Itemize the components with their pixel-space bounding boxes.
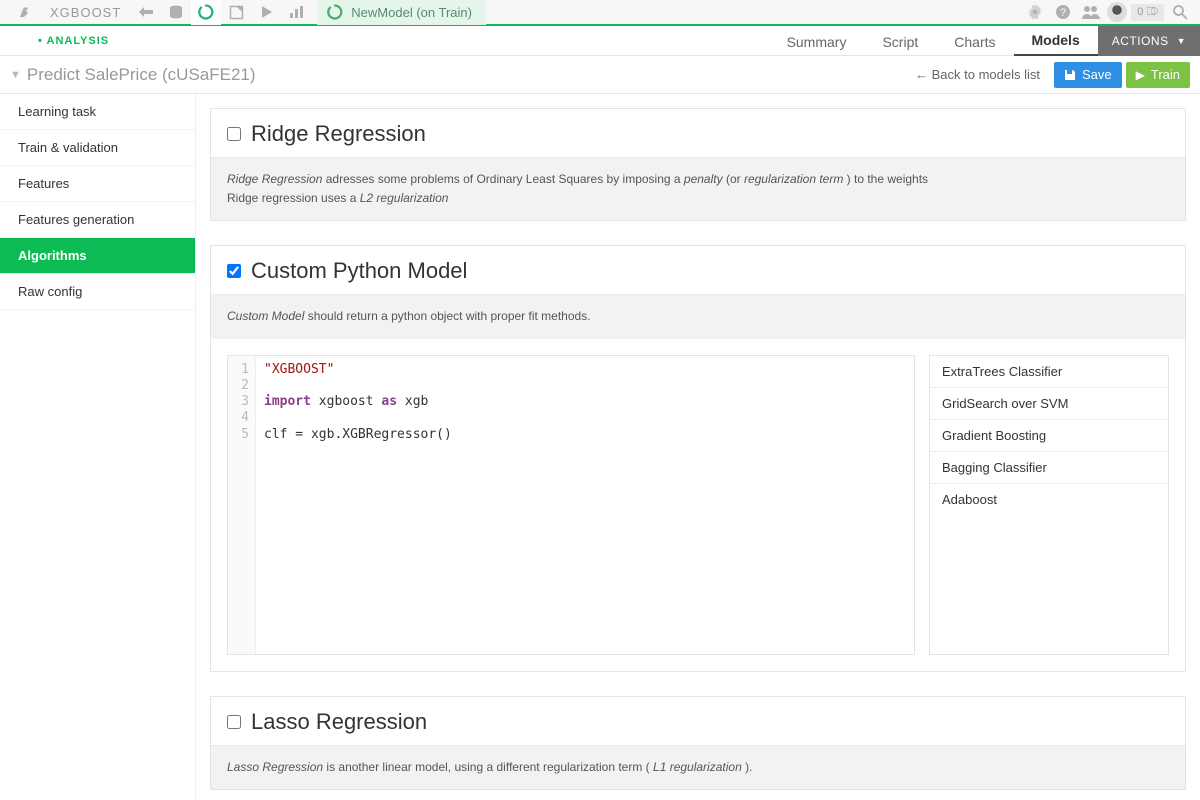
caret-down-icon: ▼ [1177,36,1186,46]
second-bar: ANALYSIS SummaryScriptChartsModels ACTIO… [0,26,1200,56]
custom-checkbox[interactable] [227,264,241,278]
train-button[interactable]: ▶ Train [1126,62,1190,88]
top-right-icons: ? 0 ⎄ [1023,0,1200,25]
tab-models[interactable]: Models [1014,32,1098,56]
page-title[interactable]: ▼ Predict SalePrice (cUSaFE21) [10,65,256,85]
preset-list: ExtraTrees ClassifierGridSearch over SVM… [929,355,1169,655]
recipe-chip[interactable]: NewModel (on Train) [317,0,486,25]
preset-extratrees-classifier[interactable]: ExtraTrees Classifier [930,356,1168,388]
code-content[interactable]: "XGBOOST" import xgboost as xgb clf = xg… [256,356,914,654]
custom-desc: Custom Model should return a python obje… [211,294,1185,338]
preset-bagging-classifier[interactable]: Bagging Classifier [930,452,1168,484]
analyses-icon[interactable] [191,0,221,25]
tab-script[interactable]: Script [864,34,936,56]
play-icon: ▶ [1136,68,1145,82]
sidebar: Learning taskTrain & validationFeaturesF… [0,94,196,800]
lasso-title: Lasso Regression [251,709,427,735]
sidebar-item-features[interactable]: Features [0,166,195,202]
algo-card-lasso: Lasso Regression Lasso Regression is ano… [210,696,1186,790]
ridge-title: Ridge Regression [251,121,426,147]
preset-gridsearch-over-svm[interactable]: GridSearch over SVM [930,388,1168,420]
sidebar-item-train-validation[interactable]: Train & validation [0,130,195,166]
actions-button[interactable]: ACTIONS ▼ [1098,26,1200,56]
avatar[interactable] [1107,2,1127,22]
train-label: Train [1151,67,1180,82]
tab-charts[interactable]: Charts [936,34,1013,56]
search-icon[interactable] [1168,0,1192,25]
arrow-left-icon: ← [915,67,928,82]
jobs-icon[interactable] [251,0,281,25]
page-title-text: Predict SalePrice (cUSaFE21) [27,65,256,85]
tabs: SummaryScriptChartsModels [769,26,1098,56]
notifications-badge[interactable]: 0 ⎄ [1131,4,1164,21]
notebooks-icon[interactable] [221,0,251,25]
algo-card-ridge: Ridge Regression Ridge Regression adress… [210,108,1186,221]
tab-summary[interactable]: Summary [769,34,865,56]
save-icon [1064,69,1076,81]
actions-label: ACTIONS [1112,34,1169,48]
algo-card-custom: Custom Python Model Custom Model should … [210,245,1186,671]
bird-logo-icon[interactable] [10,0,40,25]
svg-text:?: ? [1060,7,1066,19]
flow-icon[interactable] [131,0,161,25]
gear-icon[interactable] [1023,0,1047,25]
sidebar-item-learning-task[interactable]: Learning task [0,94,195,130]
datasets-icon[interactable] [161,0,191,25]
preset-gradient-boosting[interactable]: Gradient Boosting [930,420,1168,452]
save-label: Save [1082,67,1112,82]
lasso-checkbox[interactable] [227,715,241,729]
ridge-desc: Ridge Regression adresses some problems … [211,157,1185,220]
dashboards-icon[interactable] [281,0,311,25]
users-icon[interactable] [1079,0,1103,25]
project-name[interactable]: XGBOOST [40,5,131,20]
top-nav: XGBOOST NewModel (on Train) ? 0 ⎄ [0,0,1200,26]
sidebar-item-algorithms[interactable]: Algorithms [0,238,195,274]
help-icon[interactable]: ? [1051,0,1075,25]
code-gutter: 1 2 3 4 5 [228,356,256,654]
preset-adaboost[interactable]: Adaboost [930,484,1168,515]
save-button[interactable]: Save [1054,62,1122,88]
recipe-label: NewModel (on Train) [351,5,472,20]
ridge-checkbox[interactable] [227,127,241,141]
chevron-down-icon: ▼ [10,69,21,81]
lasso-desc: Lasso Regression is another linear model… [211,745,1185,789]
main-content: Ridge Regression Ridge Regression adress… [196,94,1200,800]
code-editor[interactable]: 1 2 3 4 5 "XGBOOST" import xgboost as xg… [227,355,915,655]
back-link[interactable]: ← Back to models list [915,67,1040,82]
sidebar-item-raw-config[interactable]: Raw config [0,274,195,310]
analysis-label: ANALYSIS [38,35,109,47]
sidebar-item-features-generation[interactable]: Features generation [0,202,195,238]
custom-title: Custom Python Model [251,258,467,284]
back-label: Back to models list [932,67,1040,82]
third-bar: ▼ Predict SalePrice (cUSaFE21) ← Back to… [0,56,1200,94]
spinner-icon [327,4,343,20]
